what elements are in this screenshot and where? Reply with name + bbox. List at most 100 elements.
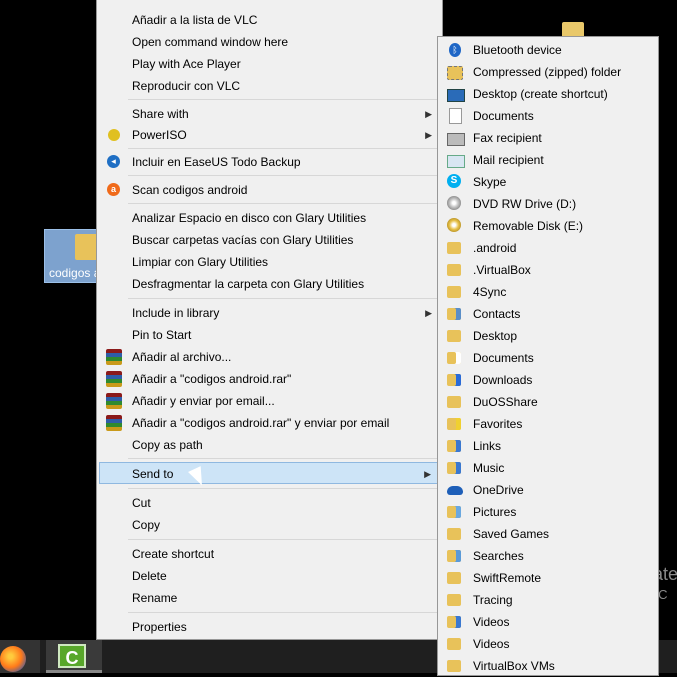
menu-item-label: Videos (473, 615, 510, 629)
menu-item-glary-empty-folders[interactable]: Buscar carpetas vacías con Glary Utiliti… (99, 229, 440, 251)
send-to-folder-virtualbox-vms[interactable]: VirtualBox VMs (440, 655, 656, 677)
send-to-removable-disk[interactable]: Removable Disk (E:) (440, 215, 656, 237)
camtasia-icon: C (58, 644, 86, 668)
menu-item-label: Contacts (473, 307, 521, 321)
menu-separator (128, 458, 440, 459)
menu-item-send-to[interactable]: Send to ▶ (99, 462, 440, 484)
menu-item-label: Delete (132, 569, 167, 583)
menu-item-rename[interactable]: Rename (99, 587, 440, 609)
send-to-compressed-folder[interactable]: Compressed (zipped) folder (440, 61, 656, 83)
send-to-folder-music[interactable]: Music (440, 457, 656, 479)
send-to-folder-swiftremote[interactable]: SwiftRemote (440, 567, 656, 589)
videos-folder-icon (447, 616, 461, 628)
menu-item-label: Reproducir con VLC (132, 79, 241, 93)
folder-icon (447, 330, 461, 342)
winrar-icon (106, 393, 122, 409)
folder-icon (447, 594, 461, 606)
send-to-folder-pictures[interactable]: Pictures (440, 501, 656, 523)
zip-folder-icon (447, 66, 463, 80)
menu-item-play-with-vlc[interactable]: Reproducir con VLC (99, 75, 440, 97)
taskbar-firefox-button[interactable] (0, 640, 40, 673)
send-to-folder-downloads[interactable]: Downloads (440, 369, 656, 391)
send-to-onedrive[interactable]: OneDrive (440, 479, 656, 501)
menu-item-label: Pictures (473, 505, 517, 519)
menu-item-label: Desktop (473, 329, 518, 343)
send-to-dvd-drive[interactable]: DVD RW Drive (D:) (440, 193, 656, 215)
send-to-folder-desktop[interactable]: Desktop (440, 325, 656, 347)
menu-item-delete[interactable]: Delete (99, 565, 440, 587)
folder-icon (447, 242, 461, 254)
send-to-folder-videos-library[interactable]: Videos (440, 611, 656, 633)
send-to-bluetooth-device[interactable]: ᛒ Bluetooth device (440, 39, 656, 61)
menu-item-copy-as-path[interactable]: Copy as path (99, 434, 440, 456)
menu-separator (128, 539, 440, 540)
menu-item-label: Links (473, 439, 502, 453)
menu-item-cut[interactable]: Cut (99, 492, 440, 514)
menu-item-label: DuOSShare (473, 395, 538, 409)
folder-icon (447, 528, 461, 540)
downloads-folder-icon (447, 374, 461, 386)
send-to-folder-videos[interactable]: Videos (440, 633, 656, 655)
menu-item-label: Music (473, 461, 505, 475)
menu-item-label: Share with (132, 107, 189, 121)
send-to-folder-duosshare[interactable]: DuOSShare (440, 391, 656, 413)
menu-item-winrar-add-rar[interactable]: Añadir a "codigos android.rar" (99, 368, 440, 390)
menu-item-label: Pin to Start (132, 328, 192, 342)
skype-icon: S (447, 174, 461, 188)
menu-item-label: Añadir a "codigos android.rar" y enviar … (132, 416, 390, 430)
menu-item-label: Analizar Espacio en disco con Glary Util… (132, 211, 367, 225)
send-to-folder-android[interactable]: .android (440, 237, 656, 259)
menu-item-label: VirtualBox VMs (473, 659, 555, 673)
send-to-folder-documents[interactable]: Documents (440, 347, 656, 369)
send-to-folder-virtualbox[interactable]: .VirtualBox (440, 259, 656, 281)
menu-item-poweriso[interactable]: PowerISO ▶ (99, 124, 440, 146)
menu-separator (128, 175, 440, 176)
menu-item-label: .VirtualBox (473, 263, 531, 277)
folder-icon (447, 660, 461, 672)
menu-item-scan-avast[interactable]: a Scan codigos android (99, 179, 440, 201)
menu-item-easeus-backup[interactable]: ◂ Incluir en EaseUS Todo Backup (99, 151, 440, 173)
menu-item-share-with[interactable]: Share with ▶ (99, 103, 440, 125)
avast-icon: a (107, 183, 120, 196)
menu-item-open-command-window[interactable]: Open command window here (99, 31, 440, 53)
send-to-mail-recipient[interactable]: Mail recipient (440, 149, 656, 171)
send-to-folder-4sync[interactable]: 4Sync (440, 281, 656, 303)
menu-item-glary-clean[interactable]: Limpiar con Glary Utilities (99, 251, 440, 273)
searches-folder-icon (447, 550, 461, 562)
menu-item-play-with-ace-player[interactable]: Play with Ace Player (99, 53, 440, 75)
send-to-skype[interactable]: S Skype (440, 171, 656, 193)
taskbar-camtasia-button[interactable]: C (46, 640, 102, 673)
send-to-folder-saved-games[interactable]: Saved Games (440, 523, 656, 545)
send-to-folder-contacts[interactable]: Contacts (440, 303, 656, 325)
menu-item-create-shortcut[interactable]: Create shortcut (99, 543, 440, 565)
menu-item-glary-defrag[interactable]: Desfragmentar la carpeta con Glary Utili… (99, 273, 440, 295)
menu-item-glary-analyze[interactable]: Analizar Espacio en disco con Glary Util… (99, 207, 440, 229)
desktop-folder-codigos-android[interactable]: codigos a (44, 229, 104, 283)
menu-item-include-in-library[interactable]: Include in library ▶ (99, 302, 440, 324)
send-to-fax-recipient[interactable]: Fax recipient (440, 127, 656, 149)
send-to-folder-links[interactable]: Links (440, 435, 656, 457)
menu-item-add-to-vlc-playlist[interactable]: Añadir a la lista de VLC (99, 9, 440, 31)
menu-item-copy[interactable]: Copy (99, 514, 440, 536)
send-to-folder-searches[interactable]: Searches (440, 545, 656, 567)
context-menu: Añadir a la lista de VLC Open command wi… (96, 0, 443, 640)
menu-item-winrar-add-archive[interactable]: Añadir al archivo... (99, 346, 440, 368)
menu-item-label: Compressed (zipped) folder (473, 65, 622, 79)
firefox-icon (0, 646, 26, 672)
menu-item-label: Create shortcut (132, 547, 215, 561)
menu-item-label: Open command window here (132, 35, 289, 49)
menu-item-label: OneDrive (473, 483, 524, 497)
folder-icon (447, 638, 461, 650)
menu-item-winrar-add-rar-email[interactable]: Añadir a "codigos android.rar" y enviar … (99, 412, 440, 434)
menu-item-properties[interactable]: Properties (99, 616, 440, 638)
menu-item-winrar-add-email[interactable]: Añadir y enviar por email... (99, 390, 440, 412)
send-to-desktop-shortcut[interactable]: Desktop (create shortcut) (440, 83, 656, 105)
onedrive-icon (447, 486, 463, 495)
send-to-folder-tracing[interactable]: Tracing (440, 589, 656, 611)
folder-icon (447, 572, 461, 584)
menu-item-label: Añadir a "codigos android.rar" (132, 372, 292, 386)
send-to-folder-favorites[interactable]: Favorites (440, 413, 656, 435)
send-to-documents[interactable]: Documents (440, 105, 656, 127)
pictures-folder-icon (447, 506, 461, 518)
menu-item-pin-to-start[interactable]: Pin to Start (99, 324, 440, 346)
